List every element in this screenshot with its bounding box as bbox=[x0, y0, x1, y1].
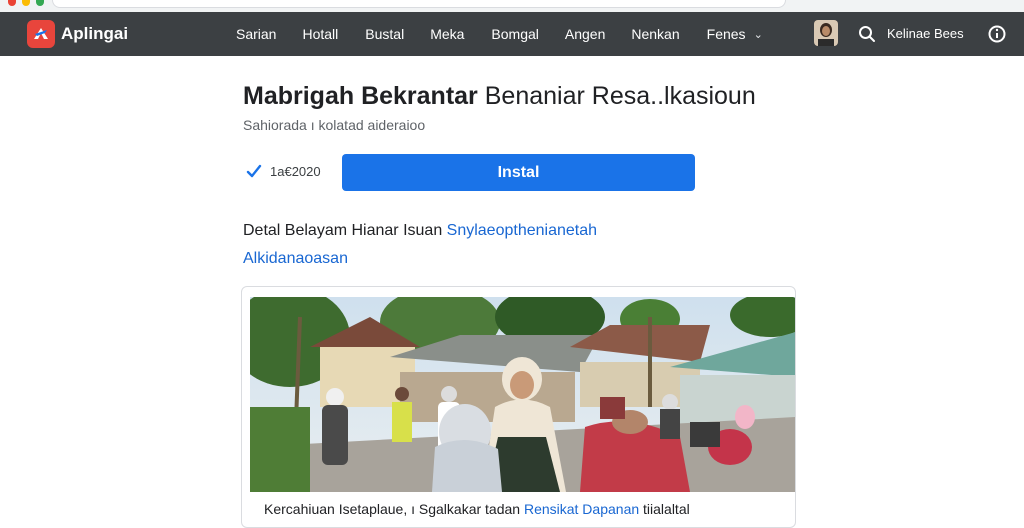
page-title: Mabrigah Bekrantar Benaniar Resa..lkasio… bbox=[243, 82, 756, 111]
brand-name[interactable]: Aplingai bbox=[61, 24, 128, 44]
detail-link-secondary[interactable]: Alkidanaoasan bbox=[243, 250, 348, 268]
nav-item-more[interactable]: Fenes ⌄ bbox=[707, 26, 763, 42]
nav-item-2[interactable]: Hotall bbox=[302, 26, 338, 42]
search-icon[interactable] bbox=[858, 25, 876, 43]
address-bar[interactable] bbox=[52, 0, 786, 8]
window-maximize-dot[interactable] bbox=[36, 0, 44, 6]
nav-item-1[interactable]: Sarian bbox=[236, 26, 276, 42]
photo-card[interactable]: Kercahiuan Isetaplaue, ı Sgalkakar tadan… bbox=[241, 286, 796, 528]
nav-item-7[interactable]: Nenkan bbox=[631, 26, 679, 42]
install-button[interactable]: Instal bbox=[342, 154, 695, 191]
top-navigation-bar: Aplingai Sarian Hotall Bustal Meka Bomga… bbox=[0, 12, 1024, 56]
detail-link[interactable]: Snylaeopthenianetah bbox=[447, 222, 597, 239]
chevron-down-icon: ⌄ bbox=[753, 29, 763, 41]
release-date: 1a€2020 bbox=[270, 164, 321, 179]
detail-text: Detal Belayam Hianar Isuan bbox=[243, 222, 447, 239]
detail-line: Detal Belayam Hianar Isuan Snylaeoptheni… bbox=[243, 222, 597, 240]
nav-item-3[interactable]: Bustal bbox=[365, 26, 404, 42]
street-photo[interactable] bbox=[250, 297, 796, 492]
caption-tail: tiialaltal bbox=[639, 501, 690, 517]
browser-chrome bbox=[0, 0, 1024, 12]
nav-item-more-label: Fenes bbox=[706, 26, 746, 42]
nav-item-6[interactable]: Angen bbox=[565, 26, 605, 42]
page-title-rest: Benaniar Resa..lkasioun bbox=[477, 82, 756, 110]
window-close-dot[interactable] bbox=[8, 0, 16, 6]
check-icon bbox=[246, 164, 262, 178]
app-logo-icon[interactable] bbox=[27, 20, 55, 48]
user-name[interactable]: Kelinae Bees bbox=[887, 26, 964, 41]
nav-item-5[interactable]: Bomgal bbox=[491, 26, 538, 42]
caption-link[interactable]: Rensikat Dapanan bbox=[524, 501, 639, 517]
nav-item-4[interactable]: Meka bbox=[430, 26, 464, 42]
page-subtitle: Sahiorada ı kolatad aideraioo bbox=[243, 117, 426, 133]
info-icon[interactable] bbox=[988, 25, 1006, 43]
page-title-bold: Mabrigah Bekrantar bbox=[243, 82, 478, 110]
window-minimize-dot[interactable] bbox=[22, 0, 30, 6]
card-caption: Kercahiuan Isetaplaue, ı Sgalkakar tadan… bbox=[264, 501, 690, 517]
main-menu: Sarian Hotall Bustal Meka Bomgal Angen N… bbox=[236, 26, 763, 42]
caption-text: Kercahiuan Isetaplaue, ı Sgalkakar tadan bbox=[264, 501, 524, 517]
avatar[interactable] bbox=[814, 20, 838, 46]
